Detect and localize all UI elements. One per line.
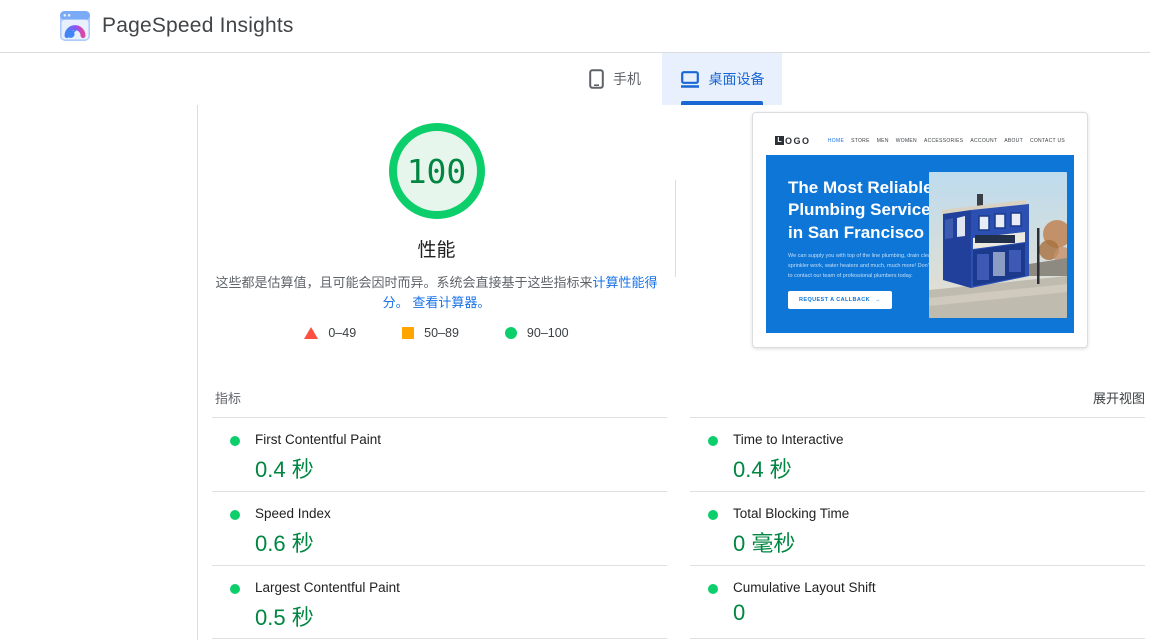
tab-desktop[interactable]: 桌面设备 xyxy=(662,53,782,105)
site-footer-strip xyxy=(766,333,1074,334)
metric-value: 0 xyxy=(733,600,1145,626)
selected-tab-underline xyxy=(681,101,763,105)
metric-first-contentful-paint: First Contentful Paint 0.4 秒 xyxy=(212,417,667,491)
site-nav-home: HOME xyxy=(828,138,844,144)
building-photo xyxy=(929,172,1067,318)
site-nav-women: WOMEN xyxy=(896,138,917,144)
score-description: 这些都是估算值，且可能会因时而异。系统会直接基于这些指标来计算性能得分。 查看计… xyxy=(214,273,660,313)
score-description-text: 这些都是估算值，且可能会因时而异。系统会直接基于这些指标来 xyxy=(215,275,592,290)
score-value: 100 xyxy=(407,152,467,191)
site-screenshot: L OGO HOME STORE MEN WOMEN ACCESSORIES A… xyxy=(766,126,1074,334)
metric-name: Time to Interactive xyxy=(733,432,1145,447)
legend-average: 50–89 xyxy=(402,326,459,340)
metric-value: 0.4 秒 xyxy=(733,452,1145,484)
phone-icon xyxy=(589,69,604,89)
metrics-grid: First Contentful Paint 0.4 秒 Speed Index… xyxy=(212,417,1145,639)
site-hero: The Most Reliable Plumbing Services in S… xyxy=(766,155,1074,333)
performance-label: 性能 xyxy=(417,235,455,262)
metric-value: 0 毫秒 xyxy=(733,526,1145,558)
average-square-icon xyxy=(402,327,414,339)
pass-dot-icon xyxy=(708,584,718,594)
pass-dot-icon xyxy=(230,436,240,446)
pass-dot-icon xyxy=(230,510,240,520)
see-calculator-link[interactable]: 查看计算器。 xyxy=(412,295,490,310)
metric-name: Speed Index xyxy=(255,506,667,521)
tab-desktop-label: 桌面设备 xyxy=(709,69,765,89)
metric-name: Total Blocking Time xyxy=(733,506,1145,521)
site-nav-store: STORE xyxy=(851,138,870,144)
pass-dot-icon xyxy=(708,436,718,446)
site-logo: L OGO xyxy=(775,136,811,146)
pass-dot-icon xyxy=(230,584,240,594)
app-header: PageSpeed Insights xyxy=(0,0,1150,53)
site-cta-arrow-icon: → xyxy=(875,297,881,303)
metric-name: First Contentful Paint xyxy=(255,432,667,447)
metric-speed-index: Speed Index 0.6 秒 xyxy=(212,491,667,565)
page-title: PageSpeed Insights xyxy=(102,14,294,38)
device-tabs: 手机 桌面设备 xyxy=(568,53,782,105)
final-screenshot-thumbnail[interactable]: L OGO HOME STORE MEN WOMEN ACCESSORIES A… xyxy=(752,112,1088,348)
site-nav-contact: CONTACT US xyxy=(1030,138,1065,144)
site-nav-about: ABOUT xyxy=(1004,138,1023,144)
pass-circle-icon xyxy=(505,327,517,339)
pass-dot-icon xyxy=(708,510,718,520)
metrics-heading: 指标 xyxy=(215,388,241,407)
metrics-header: 指标 展开视图 xyxy=(215,388,1145,407)
legend-pass: 90–100 xyxy=(505,326,569,340)
site-hero-heading: The Most Reliable Plumbing Services in S… xyxy=(788,177,946,244)
site-cta-button: REQUEST A CALLBACK → xyxy=(788,291,892,309)
legend-fail-range: 0–49 xyxy=(328,326,356,340)
site-nav-accessories: ACCESSORIES xyxy=(924,138,963,144)
metric-largest-contentful-paint: Largest Contentful Paint 0.5 秒 xyxy=(212,565,667,639)
score-thumbnail-divider xyxy=(675,180,676,277)
performance-score-section: 100 性能 这些都是估算值，且可能会因时而异。系统会直接基于这些指标来计算性能… xyxy=(198,105,675,340)
metric-cumulative-layout-shift: Cumulative Layout Shift 0 xyxy=(690,565,1145,639)
legend-average-range: 50–89 xyxy=(424,326,459,340)
pagespeed-insights-page: PageSpeed Insights 手机 桌面设备 100 性能 这些都是估算… xyxy=(0,0,1150,640)
site-header: L OGO HOME STORE MEN WOMEN ACCESSORIES A… xyxy=(766,126,1074,155)
site-nav-account: ACCOUNT xyxy=(970,138,997,144)
legend-pass-range: 90–100 xyxy=(527,326,569,340)
metrics-right-column: Time to Interactive 0.4 秒 Total Blocking… xyxy=(690,417,1145,639)
desktop-icon xyxy=(680,71,700,88)
metric-name: Cumulative Layout Shift xyxy=(733,580,1145,595)
pagespeed-logo-icon xyxy=(60,11,90,41)
site-nav-men: MEN xyxy=(877,138,889,144)
site-logo-mark: L xyxy=(775,136,784,145)
site-logo-text: OGO xyxy=(785,136,811,146)
score-legend: 0–49 50–89 90–100 xyxy=(304,326,568,340)
tab-mobile[interactable]: 手机 xyxy=(568,53,662,105)
metric-time-to-interactive: Time to Interactive 0.4 秒 xyxy=(690,417,1145,491)
metric-value: 0.4 秒 xyxy=(255,452,667,484)
site-nav: HOME STORE MEN WOMEN ACCESSORIES ACCOUNT… xyxy=(828,138,1065,144)
score-gauge[interactable]: 100 xyxy=(389,123,485,219)
metric-name: Largest Contentful Paint xyxy=(255,580,667,595)
tab-mobile-label: 手机 xyxy=(613,69,641,89)
expand-view-button[interactable]: 展开视图 xyxy=(1093,388,1145,407)
metric-value: 0.6 秒 xyxy=(255,526,667,558)
site-cta-label: REQUEST A CALLBACK xyxy=(799,297,870,303)
metric-total-blocking-time: Total Blocking Time 0 毫秒 xyxy=(690,491,1145,565)
fail-triangle-icon xyxy=(304,327,318,339)
legend-fail: 0–49 xyxy=(304,326,356,340)
metric-value: 0.5 秒 xyxy=(255,600,667,632)
metrics-left-column: First Contentful Paint 0.4 秒 Speed Index… xyxy=(212,417,667,639)
